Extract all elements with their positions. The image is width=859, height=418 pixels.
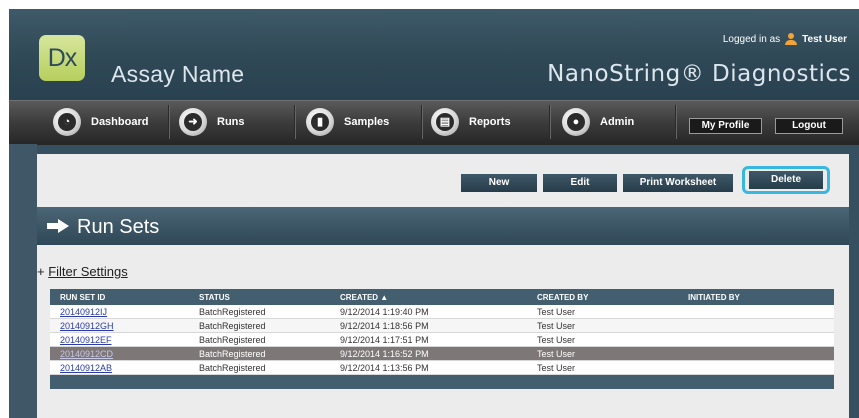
run-set-id-link[interactable]: 20140912CD xyxy=(60,347,113,360)
report-icon: ▤ xyxy=(431,108,459,136)
nav-samples[interactable]: ▮ Samples xyxy=(306,105,389,139)
nav-label: Admin xyxy=(600,116,635,128)
column-header[interactable]: STATUS xyxy=(199,289,230,305)
table-row[interactable]: 20140912EF BatchRegistered 9/12/2014 1:1… xyxy=(50,333,834,347)
delete-highlight: Delete xyxy=(742,166,830,194)
logged-in-user: Test User xyxy=(802,33,847,45)
left-rail xyxy=(9,144,37,418)
run-set-id-link[interactable]: 20140912IJ xyxy=(60,305,107,318)
nav-admin[interactable]: ● Admin xyxy=(562,105,634,139)
header: Dx Assay Name Logged in as Test User Nan… xyxy=(9,9,859,100)
nav-divider xyxy=(421,105,423,139)
print-worksheet-button[interactable]: Print Worksheet xyxy=(623,174,733,192)
my-profile-button[interactable]: My Profile xyxy=(689,118,762,134)
table-row-selected[interactable]: 20140912CD BatchRegistered 9/12/2014 1:1… xyxy=(50,347,834,361)
admin-user-icon: ● xyxy=(562,108,590,136)
app-window: Dx Assay Name Logged in as Test User Nan… xyxy=(9,9,859,418)
table-footer xyxy=(50,375,834,389)
table-row[interactable]: 20140912IJ BatchRegistered 9/12/2014 1:1… xyxy=(50,305,834,319)
nav-divider xyxy=(168,105,170,139)
nav-label: Dashboard xyxy=(91,116,149,128)
nav-reports[interactable]: ▤ Reports xyxy=(431,105,511,139)
nav-runs[interactable]: ➜ Runs xyxy=(179,105,245,139)
nav-label: Samples xyxy=(344,116,390,128)
status-cell: BatchRegistered xyxy=(199,334,266,345)
created-cell: 9/12/2014 1:17:51 PM xyxy=(340,334,429,345)
delete-button[interactable]: Delete xyxy=(749,171,823,189)
main-nav: ◔ Dashboard ➜ Runs ▮ Samples ▤ Reports ●… xyxy=(9,100,859,145)
arrow-right-icon xyxy=(47,219,69,233)
dashboard-icon: ◔ xyxy=(53,108,81,136)
login-info: Logged in as Test User xyxy=(723,33,847,45)
created-cell: 9/12/2014 1:16:52 PM xyxy=(340,348,429,359)
new-button[interactable]: New xyxy=(461,174,537,192)
table-row[interactable]: 20140912AB BatchRegistered 9/12/2014 1:1… xyxy=(50,361,834,375)
created-by-cell: Test User xyxy=(537,320,576,331)
nav-label: Reports xyxy=(469,116,511,128)
column-header[interactable]: RUN SET ID xyxy=(60,289,105,305)
created-by-cell: Test User xyxy=(537,348,576,359)
edit-button[interactable]: Edit xyxy=(543,174,617,192)
created-cell: 9/12/2014 1:18:56 PM xyxy=(340,320,429,331)
status-cell: BatchRegistered xyxy=(199,320,266,331)
status-cell: BatchRegistered xyxy=(199,362,266,373)
logout-button[interactable]: Logout xyxy=(775,118,843,134)
status-cell: BatchRegistered xyxy=(199,348,266,359)
status-cell: BatchRegistered xyxy=(199,306,266,317)
run-sets-table: RUN SET ID STATUS CREATED ▲ CREATED BY I… xyxy=(50,289,834,389)
login-prefix: Logged in as xyxy=(722,33,781,45)
assay-name: Assay Name xyxy=(111,61,245,87)
table-row[interactable]: 20140912GH BatchRegistered 9/12/2014 1:1… xyxy=(50,319,834,333)
user-icon xyxy=(784,33,798,45)
brand-title: NanoString® Diagnostics xyxy=(547,61,851,87)
column-header[interactable]: CREATED BY xyxy=(537,289,588,305)
dx-logo: Dx xyxy=(39,35,85,81)
arrow-right-icon: ➜ xyxy=(179,108,207,136)
sample-tube-icon: ▮ xyxy=(306,108,334,136)
run-set-id-link[interactable]: 20140912AB xyxy=(60,361,112,374)
column-header[interactable]: INITIATED BY xyxy=(688,289,740,305)
filter-settings-label: Filter Settings xyxy=(48,264,128,279)
run-set-id-link[interactable]: 20140912EF xyxy=(60,333,112,346)
nav-dashboard[interactable]: ◔ Dashboard xyxy=(53,105,148,139)
created-by-cell: Test User xyxy=(537,362,576,373)
created-by-cell: Test User xyxy=(537,334,576,345)
created-by-cell: Test User xyxy=(537,306,576,317)
section-title: Run Sets xyxy=(77,216,160,238)
column-header[interactable]: CREATED ▲ xyxy=(340,289,388,305)
section-header: Run Sets xyxy=(37,207,849,245)
nav-divider xyxy=(549,105,551,139)
nav-divider xyxy=(675,105,677,139)
expand-plus-icon: + xyxy=(37,264,45,279)
table-header: RUN SET ID STATUS CREATED ▲ CREATED BY I… xyxy=(50,289,834,305)
created-cell: 9/12/2014 1:13:56 PM xyxy=(340,362,429,373)
nav-divider xyxy=(294,105,296,139)
filter-settings-toggle[interactable]: + Filter Settings xyxy=(37,264,128,279)
run-set-id-link[interactable]: 20140912GH xyxy=(60,319,114,332)
run-sets-panel: New Edit Print Worksheet Delete Run Sets… xyxy=(37,154,849,418)
created-cell: 9/12/2014 1:19:40 PM xyxy=(340,306,429,317)
nav-label: Runs xyxy=(217,116,245,128)
